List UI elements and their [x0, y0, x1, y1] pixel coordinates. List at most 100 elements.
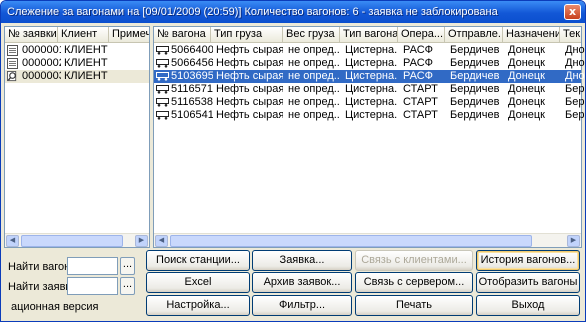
wagon-row[interactable]: 51165389Нефть сырая не опред... Цистерна..…: [154, 96, 584, 109]
search-document-icon: [7, 71, 17, 82]
wagon-row-selected[interactable]: 51036952Нефть сырая не опред... Цистерна..…: [154, 70, 585, 83]
scroll-left-button[interactable]: ◀: [6, 235, 19, 247]
column-header-cargo-type[interactable]: Тип груза: [211, 27, 283, 42]
find-request-label: Найти заявку: [8, 281, 76, 293]
title-bar[interactable]: Слежение за вагонами на [09/01/2009 (20:…: [1, 1, 585, 23]
current-station: Дно: [565, 70, 585, 82]
close-button[interactable]: x: [564, 4, 581, 20]
wagon-row[interactable]: 51165710Нефть сырая не опред... Цистерна..…: [154, 83, 584, 96]
operation: СТАРТ: [403, 96, 438, 108]
document-icon: [7, 58, 18, 69]
wagon-number: 51036952: [171, 70, 213, 82]
scroll-left-button[interactable]: ◀: [155, 235, 168, 247]
wagon-number: 50664002: [171, 44, 213, 56]
request-number: 0000001: [22, 44, 61, 56]
wagon-type: Цистерна...: [345, 109, 398, 121]
request-client: КЛИЕНТ: [64, 44, 108, 56]
requests-hscrollbar[interactable]: ◀ ▶: [5, 233, 149, 247]
show-wagons-button[interactable]: Отобразить вагоны: [476, 272, 580, 293]
find-request-input[interactable]: [67, 277, 118, 295]
exit-button[interactable]: Выход: [476, 295, 580, 316]
wagons-table[interactable]: № вагона Тип груза Вес груза Тип вагона …: [153, 26, 585, 248]
station-search-button[interactable]: Поиск станции...: [146, 250, 250, 271]
cargo-type: Нефть сырая: [216, 83, 283, 95]
destination-station: Донецк: [508, 44, 545, 56]
wagon-type: Цистерна...: [345, 83, 398, 95]
request-row[interactable]: 0000001 КЛИЕНТ: [5, 44, 149, 57]
column-header-departure[interactable]: Отправле...: [445, 27, 503, 42]
cargo-type: Нефть сырая: [216, 57, 283, 69]
request-client: КЛИЕНТ: [64, 70, 108, 82]
request-client: КЛИЕНТ: [64, 57, 108, 69]
wagon-row[interactable]: 51065415Нефть сырая не опред... Цистерна..…: [154, 109, 584, 122]
request-number: 0000003: [22, 70, 61, 82]
main-window: Слежение за вагонами на [09/01/2009 (20:…: [0, 0, 586, 322]
clients-link-button[interactable]: Связь с клиентами...: [355, 250, 473, 271]
column-header-operation[interactable]: Опера...: [398, 27, 445, 42]
operation: СТАРТ: [403, 109, 438, 121]
wagon-row[interactable]: 50664564Нефть сырая не опред... Цистерна..…: [154, 57, 585, 70]
current-station: Дно: [565, 44, 585, 56]
find-wagon-input[interactable]: [67, 257, 118, 275]
request-number: 0000002: [22, 57, 61, 69]
scroll-thumb[interactable]: [170, 235, 532, 247]
request-row-selected[interactable]: 0000003 КЛИЕНТ: [5, 70, 149, 83]
destination-station: Донецк: [508, 83, 545, 95]
wagons-hscrollbar[interactable]: ◀ ▶: [154, 233, 581, 247]
current-station: Дно: [565, 57, 585, 69]
wagon-type: Цистерна...: [345, 57, 398, 69]
scroll-thumb[interactable]: [21, 235, 123, 247]
departure-station: Бердичев: [450, 70, 500, 82]
column-header-cargo-weight[interactable]: Вес груза: [283, 27, 340, 42]
wagon-row[interactable]: 50664002Нефть сырая не опред... Цистерна..…: [154, 44, 585, 57]
find-request-browse-button[interactable]: ...: [120, 277, 135, 295]
scroll-right-button[interactable]: ▶: [567, 235, 580, 247]
column-header-current[interactable]: Тек: [560, 27, 581, 42]
request-button[interactable]: Заявка...: [252, 250, 352, 271]
cargo-weight: не опред...: [288, 83, 340, 95]
scroll-right-button[interactable]: ▶: [135, 235, 148, 247]
server-link-button[interactable]: Связь с сервером...: [355, 272, 473, 293]
wagon-type: Цистерна...: [345, 96, 398, 108]
wagon-type: Цистерна...: [345, 44, 398, 56]
cargo-weight: не опред...: [288, 70, 340, 82]
column-header-wagon-type[interactable]: Тип вагона: [340, 27, 398, 42]
wagon-number: 51165389: [171, 96, 213, 108]
column-header-client[interactable]: Клиент: [58, 27, 109, 42]
destination-station: Донецк: [508, 109, 545, 121]
column-header-destination[interactable]: Назначение: [503, 27, 560, 42]
column-header-request-number[interactable]: № заявки: [5, 27, 58, 42]
destination-station: Донецк: [508, 96, 545, 108]
window-title: Слежение за вагонами на [09/01/2009 (20:…: [7, 6, 498, 18]
wagon-number: 50664564: [171, 57, 213, 69]
wagon-number: 51165710: [171, 83, 213, 95]
find-wagon-label: Найти вагон: [8, 261, 71, 273]
column-header-note[interactable]: Примечание: [109, 27, 149, 42]
cargo-weight: не опред...: [288, 44, 340, 56]
destination-station: Донецк: [508, 57, 545, 69]
current-station: Бер: [565, 109, 585, 121]
settings-button[interactable]: Настройка...: [146, 295, 250, 316]
excel-button[interactable]: Excel: [146, 272, 250, 293]
request-archive-button[interactable]: Архив заявок...: [252, 272, 352, 293]
request-row[interactable]: 0000002 КЛИЕНТ: [5, 57, 149, 70]
wagons-header: № вагона Тип груза Вес груза Тип вагона …: [154, 27, 581, 43]
column-header-wagon-number[interactable]: № вагона: [154, 27, 211, 42]
wagon-number: 51065415: [171, 109, 213, 121]
cargo-type: Нефть сырая: [216, 70, 283, 82]
departure-station: Бердичев: [450, 57, 500, 69]
cargo-type: Нефть сырая: [216, 96, 283, 108]
operation: РАСФ: [403, 57, 434, 69]
departure-station: Бердичев: [450, 109, 500, 121]
find-wagon-browse-button[interactable]: ...: [120, 257, 135, 275]
cargo-type: Нефть сырая: [216, 44, 283, 56]
cargo-weight: не опред...: [288, 96, 340, 108]
print-button[interactable]: Печать: [355, 295, 473, 316]
cargo-weight: не опред...: [288, 109, 340, 121]
filter-button[interactable]: Фильтр...: [252, 295, 352, 316]
version-text: ационная версия: [11, 301, 99, 313]
requests-list[interactable]: № заявки Клиент Примечание 0000001 КЛИЕН…: [4, 26, 150, 248]
requests-header: № заявки Клиент Примечание: [5, 27, 149, 43]
operation: РАСФ: [403, 70, 434, 82]
wagon-history-button[interactable]: История вагонов...: [476, 250, 580, 271]
